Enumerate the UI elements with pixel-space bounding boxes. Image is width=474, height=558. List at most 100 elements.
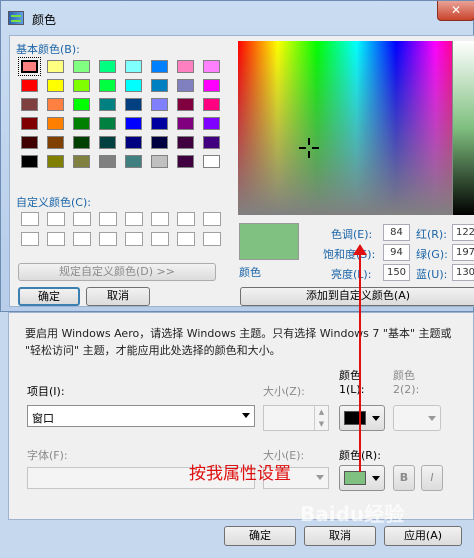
cancel-button[interactable]: 取消 bbox=[86, 287, 150, 306]
basic-color-swatch[interactable] bbox=[99, 60, 116, 73]
basic-color-swatch[interactable] bbox=[73, 117, 90, 130]
custom-color-slot[interactable] bbox=[73, 212, 91, 226]
hue-label: 色调(E): bbox=[331, 228, 373, 241]
basic-color-swatch[interactable] bbox=[125, 155, 142, 168]
basic-color-swatch[interactable] bbox=[203, 98, 220, 111]
appearance-ok-button[interactable]: 确定 bbox=[224, 526, 296, 546]
basic-color-swatch[interactable] bbox=[21, 136, 38, 149]
luminance-input[interactable]: 150 bbox=[383, 264, 410, 281]
custom-color-slot[interactable] bbox=[125, 212, 143, 226]
crosshair-icon bbox=[299, 138, 319, 158]
custom-color-slot[interactable] bbox=[151, 212, 169, 226]
basic-color-swatch[interactable] bbox=[203, 155, 220, 168]
color2-picker[interactable] bbox=[393, 405, 441, 431]
basic-color-swatch[interactable] bbox=[47, 79, 64, 92]
chevron-down-icon bbox=[242, 413, 250, 418]
basic-color-swatch[interactable] bbox=[203, 79, 220, 92]
basic-color-swatch[interactable] bbox=[151, 98, 168, 111]
spin-up-icon[interactable]: ▲ bbox=[314, 406, 328, 418]
basic-color-swatch[interactable] bbox=[177, 60, 194, 73]
custom-color-slot[interactable] bbox=[125, 232, 143, 246]
basic-color-swatch[interactable] bbox=[125, 136, 142, 149]
add-to-custom-colors-button[interactable]: 添加到自定义颜色(A) bbox=[240, 287, 474, 306]
bold-button[interactable]: B bbox=[393, 465, 415, 491]
red-input[interactable]: 122 bbox=[452, 224, 474, 241]
basic-color-swatch[interactable] bbox=[73, 60, 90, 73]
italic-button[interactable]: I bbox=[421, 465, 443, 491]
item-select[interactable]: 窗口 bbox=[27, 405, 255, 427]
custom-color-slot[interactable] bbox=[151, 232, 169, 246]
custom-color-slot[interactable] bbox=[99, 232, 117, 246]
custom-color-slot[interactable] bbox=[21, 212, 39, 226]
basic-color-swatch[interactable] bbox=[151, 60, 168, 73]
basic-color-swatch[interactable] bbox=[47, 136, 64, 149]
custom-color-slot[interactable] bbox=[73, 232, 91, 246]
basic-color-swatch[interactable] bbox=[99, 117, 116, 130]
basic-color-swatch[interactable] bbox=[203, 136, 220, 149]
basic-color-swatch[interactable] bbox=[177, 98, 194, 111]
basic-color-swatch[interactable] bbox=[125, 98, 142, 111]
define-custom-colors-button[interactable]: 规定自定义颜色(D) >> bbox=[18, 263, 216, 281]
luminance-slider[interactable] bbox=[452, 41, 474, 215]
annotation-text: 按我属性设置 bbox=[189, 464, 291, 484]
basic-color-swatch[interactable] bbox=[21, 155, 38, 168]
basic-color-swatch[interactable] bbox=[21, 117, 38, 130]
basic-color-swatch[interactable] bbox=[177, 155, 194, 168]
basic-color-swatch[interactable] bbox=[73, 155, 90, 168]
basic-color-swatch[interactable] bbox=[73, 79, 90, 92]
green-input[interactable]: 197 bbox=[452, 244, 474, 261]
watermark: Baidu经验 bbox=[300, 502, 405, 526]
size1-spinner[interactable]: ▲ ▼ bbox=[263, 405, 329, 431]
basic-color-swatch[interactable] bbox=[99, 155, 116, 168]
custom-color-slot[interactable] bbox=[21, 232, 39, 246]
basic-color-swatch[interactable] bbox=[203, 117, 220, 130]
basic-color-swatch[interactable] bbox=[151, 136, 168, 149]
color-spectrum[interactable] bbox=[238, 41, 474, 215]
custom-colors-label: 自定义颜色(C): bbox=[16, 196, 91, 209]
spin-down-icon[interactable]: ▼ bbox=[314, 418, 328, 430]
color1-picker[interactable] bbox=[339, 405, 385, 431]
custom-color-slot[interactable] bbox=[47, 212, 65, 226]
basic-color-swatch[interactable] bbox=[151, 79, 168, 92]
basic-color-swatch[interactable] bbox=[125, 79, 142, 92]
appearance-apply-button[interactable]: 应用(A) bbox=[384, 526, 462, 546]
basic-color-swatch[interactable] bbox=[47, 155, 64, 168]
basic-color-swatch[interactable] bbox=[99, 136, 116, 149]
basic-color-swatch[interactable] bbox=[177, 136, 194, 149]
basic-color-swatch[interactable] bbox=[47, 117, 64, 130]
basic-color-swatch[interactable] bbox=[47, 98, 64, 111]
font-color-picker[interactable] bbox=[339, 465, 385, 491]
basic-color-swatch[interactable] bbox=[18, 57, 41, 76]
ok-button[interactable]: 确定 bbox=[18, 287, 80, 306]
custom-color-slot[interactable] bbox=[177, 212, 195, 226]
basic-colors-label: 基本颜色(B): bbox=[16, 43, 80, 56]
hue-input[interactable]: 84 bbox=[383, 224, 410, 241]
custom-color-slot[interactable] bbox=[99, 212, 117, 226]
basic-color-swatch[interactable] bbox=[125, 60, 142, 73]
basic-color-swatch[interactable] bbox=[73, 98, 90, 111]
basic-color-swatch[interactable] bbox=[99, 79, 116, 92]
color1-label-top: 颜色 bbox=[339, 369, 361, 382]
basic-color-swatch[interactable] bbox=[21, 79, 38, 92]
close-button[interactable]: ✕ bbox=[437, 1, 474, 21]
blue-input[interactable]: 130 bbox=[452, 264, 474, 281]
basic-color-swatch[interactable] bbox=[99, 98, 116, 111]
title-bar[interactable]: 颜色 ✕ bbox=[1, 1, 474, 35]
basic-color-swatch[interactable] bbox=[21, 98, 38, 111]
basic-color-swatch[interactable] bbox=[151, 155, 168, 168]
basic-color-swatch[interactable] bbox=[177, 117, 194, 130]
basic-color-swatch[interactable] bbox=[125, 117, 142, 130]
blue-label: 蓝(U): bbox=[416, 268, 448, 281]
custom-color-slot[interactable] bbox=[47, 232, 65, 246]
basic-color-swatch[interactable] bbox=[177, 79, 194, 92]
basic-color-swatch[interactable] bbox=[151, 117, 168, 130]
basic-color-swatch[interactable] bbox=[73, 136, 90, 149]
luminance-label: 亮度(L): bbox=[331, 268, 372, 281]
custom-color-slot[interactable] bbox=[203, 212, 221, 226]
basic-color-swatch[interactable] bbox=[47, 60, 64, 73]
appearance-cancel-button[interactable]: 取消 bbox=[304, 526, 376, 546]
custom-color-slot[interactable] bbox=[203, 232, 221, 246]
saturation-input[interactable]: 94 bbox=[383, 244, 410, 261]
basic-color-swatch[interactable] bbox=[203, 60, 220, 73]
custom-color-slot[interactable] bbox=[177, 232, 195, 246]
